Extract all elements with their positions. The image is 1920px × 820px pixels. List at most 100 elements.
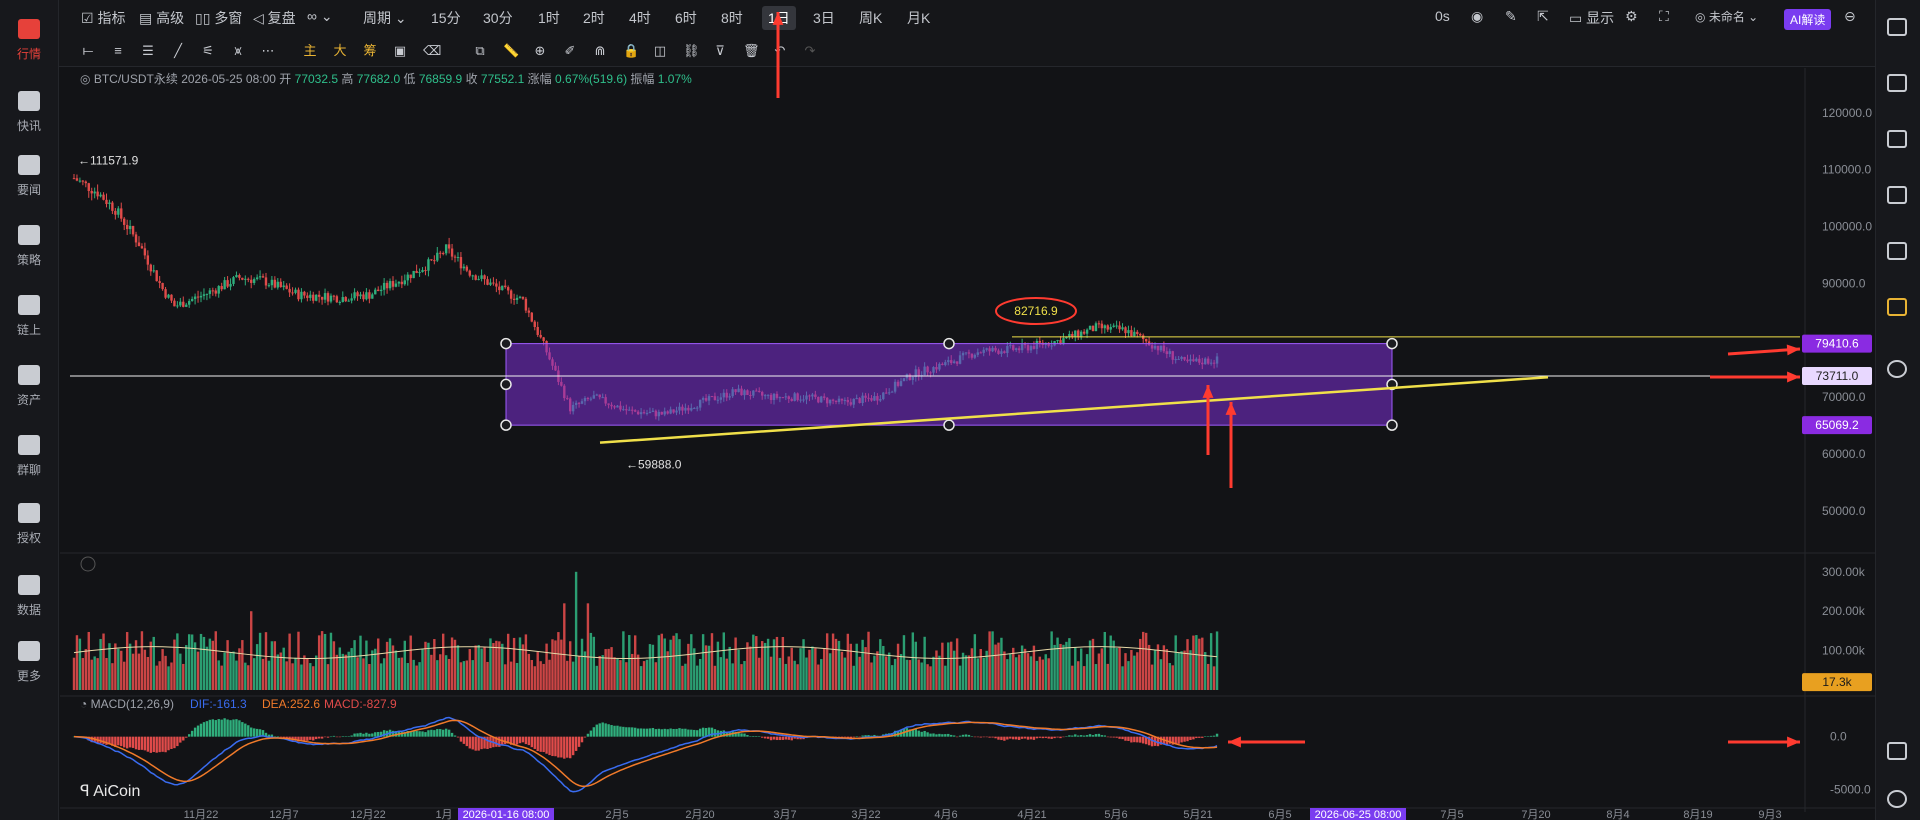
macd-histogram-bar	[1050, 736, 1053, 739]
range-rectangle[interactable]	[505, 343, 1393, 426]
rect-handle[interactable]	[1386, 337, 1398, 350]
volume-bar	[870, 662, 873, 690]
volume-bar	[1006, 659, 1009, 690]
macd-histogram-bar	[1183, 736, 1186, 742]
market-icon[interactable]	[1887, 186, 1907, 204]
volume-bar	[672, 635, 675, 690]
volume-bar	[1059, 643, 1062, 690]
notes-icon[interactable]	[1887, 18, 1907, 36]
candle-body	[312, 294, 315, 301]
volume-bar	[896, 643, 900, 690]
volume-bar	[958, 665, 962, 690]
volume-bar	[1121, 666, 1124, 690]
volume-bar	[551, 639, 554, 690]
volume-bar	[734, 637, 737, 690]
volume-bar	[220, 665, 223, 690]
macd-histogram-bar	[356, 733, 359, 737]
macd-histogram-bar	[134, 736, 138, 750]
price-chart[interactable]: 120000.0110000.0100000.090000.080000.070…	[0, 0, 1920, 820]
macd-histogram-bar	[631, 727, 634, 737]
volume-panel-toggle[interactable]	[80, 556, 96, 572]
candle-body	[143, 248, 147, 256]
macd-histogram-bar	[1044, 736, 1047, 738]
volume-bar	[622, 631, 625, 690]
macd-histogram-bar	[102, 736, 105, 744]
macd-histogram-bar	[418, 731, 421, 737]
macd-histogram-bar	[775, 736, 779, 741]
volume-bar	[1044, 654, 1047, 690]
macd-histogram-bar	[1035, 736, 1039, 739]
candle-body	[158, 281, 161, 283]
macd-histogram-bar	[580, 736, 584, 743]
macd-histogram-bar	[1085, 735, 1089, 737]
volume-bar	[636, 654, 640, 690]
candle-body	[300, 291, 303, 300]
candle-body	[306, 295, 309, 298]
volume-bar	[796, 664, 799, 690]
volume-bar	[1142, 631, 1145, 690]
candle-body	[506, 287, 510, 291]
macd-histogram-bar	[312, 736, 315, 741]
volume-bar	[790, 647, 793, 690]
volume-bar	[252, 658, 256, 690]
rect-handle[interactable]	[500, 378, 512, 391]
candle-body	[504, 285, 507, 288]
volume-bar	[1000, 637, 1003, 690]
bot-icon[interactable]	[1887, 298, 1907, 316]
rect-handle[interactable]	[500, 419, 512, 431]
etf-icon[interactable]	[1887, 242, 1907, 260]
volume-tag-label: 17.3k	[1822, 675, 1852, 689]
rect-handle[interactable]	[1386, 419, 1398, 431]
volume-bar	[955, 638, 959, 690]
list-icon[interactable]	[1887, 130, 1907, 148]
candle-body	[247, 278, 250, 280]
macd-histogram-bar	[542, 736, 545, 753]
volume-bar	[1109, 635, 1112, 690]
macd-histogram-bar	[1139, 736, 1142, 743]
volume-bar	[495, 640, 498, 690]
volume-bar	[96, 658, 99, 690]
macd-histogram-bar	[238, 720, 241, 737]
rect-handle[interactable]	[943, 337, 955, 350]
macd-histogram-bar	[193, 727, 197, 737]
macd-histogram-bar	[1017, 736, 1021, 740]
macd-histogram-bar	[574, 736, 578, 751]
swap-icon[interactable]	[1887, 360, 1907, 378]
panel-toggle-icon[interactable]	[1887, 742, 1907, 760]
rect-handle[interactable]	[500, 337, 512, 350]
volume-bar	[1074, 647, 1077, 690]
volume-bar	[108, 643, 111, 690]
portfolio-icon[interactable]	[1887, 74, 1907, 92]
macd-histogram-bar	[654, 729, 658, 737]
volume-bar	[1147, 644, 1151, 690]
candle-body	[320, 296, 324, 300]
macd-histogram-bar	[657, 728, 661, 737]
volume-bar	[1047, 658, 1050, 690]
candle-body	[123, 218, 126, 225]
macd-histogram-bar	[752, 736, 755, 737]
volume-bar	[235, 660, 238, 690]
volume-bar	[433, 639, 436, 690]
volume-bar	[125, 632, 129, 690]
macd-histogram-bar	[190, 730, 194, 737]
candle-body	[539, 334, 542, 338]
volume-bar	[825, 633, 829, 690]
volume-bar	[778, 657, 782, 690]
rect-handle[interactable]	[943, 419, 955, 431]
candle-body	[329, 295, 333, 302]
volume-bar	[1103, 631, 1107, 690]
macd-histogram-bar	[1109, 736, 1112, 738]
support-icon[interactable]	[1887, 790, 1907, 808]
volume-bar	[592, 636, 596, 690]
macd-histogram-bar	[199, 723, 203, 737]
macd-histogram-bar	[444, 728, 448, 737]
volume-bar	[1206, 663, 1210, 690]
volume-bar	[489, 638, 492, 690]
volume-bar	[282, 647, 285, 690]
volume-bar	[155, 665, 158, 690]
macd-histogram-bar	[625, 727, 628, 737]
macd-histogram-bar	[1127, 736, 1130, 741]
macd-histogram-bar	[563, 736, 566, 759]
volume-bar	[687, 643, 690, 690]
volume-bar	[970, 648, 974, 690]
